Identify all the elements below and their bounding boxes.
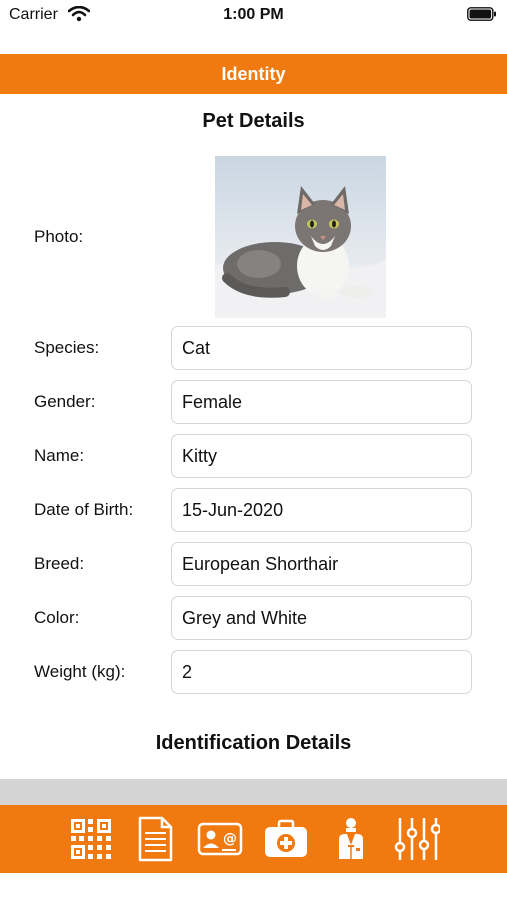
tab-qr-code[interactable] (67, 815, 115, 863)
date-of-birth-row: Date of Birth: 15-Jun-2020 (0, 488, 507, 534)
date-of-birth-label: Date of Birth: (34, 500, 134, 519)
tab-medical[interactable] (262, 815, 310, 863)
name-row: Name: Kitty (0, 434, 507, 480)
contact-card-icon: @ (197, 822, 243, 856)
tab-settings[interactable] (392, 815, 442, 863)
document-icon (138, 816, 173, 862)
svg-text:@: @ (223, 831, 237, 847)
date-of-birth-field[interactable]: 15-Jun-2020 (171, 488, 472, 532)
species-row: Species: Cat (0, 326, 507, 372)
tab-bar: @ (0, 805, 507, 873)
species-label: Species: (34, 338, 100, 357)
gender-field[interactable]: Female (171, 380, 472, 424)
nav-header: Identity (0, 54, 507, 94)
tab-veterinarian[interactable] (327, 815, 375, 863)
breed-row: Breed: European Shorthair (0, 542, 507, 588)
weight-label: Weight (kg): (34, 662, 126, 681)
breed-label: Breed: (34, 554, 85, 573)
medical-kit-icon (265, 819, 307, 857)
status-time: 1:00 PM (223, 6, 284, 23)
identification-details-title: Identification Details (155, 732, 352, 754)
breed-field[interactable]: European Shorthair (171, 542, 472, 586)
color-row: Color: Grey and White (0, 596, 507, 642)
gender-row: Gender: Female (0, 380, 507, 426)
gender-label: Gender: (34, 392, 96, 411)
qr-code-icon (71, 819, 111, 859)
weight-row: Weight (kg): 2 (0, 650, 507, 696)
cat-photo-image (215, 156, 386, 318)
status-bar: Carrier 1:00 PM (0, 0, 507, 30)
tab-documents[interactable] (131, 815, 179, 863)
name-label: Name: (34, 446, 85, 465)
color-label: Color: (34, 608, 80, 627)
species-field[interactable]: Cat (171, 326, 472, 370)
tab-contacts[interactable]: @ (196, 815, 244, 863)
weight-field[interactable]: 2 (171, 650, 472, 694)
color-field[interactable]: Grey and White (171, 596, 472, 640)
nav-title: Identity (221, 64, 286, 84)
scroll-content-divider (0, 779, 507, 805)
pet-photo[interactable] (215, 156, 386, 318)
photo-label: Photo: (34, 227, 84, 246)
name-field[interactable]: Kitty (171, 434, 472, 478)
pet-details-title: Pet Details (202, 110, 305, 132)
veterinarian-icon (339, 818, 363, 859)
battery-icon (467, 7, 496, 21)
settings-sliders-icon (394, 818, 442, 860)
